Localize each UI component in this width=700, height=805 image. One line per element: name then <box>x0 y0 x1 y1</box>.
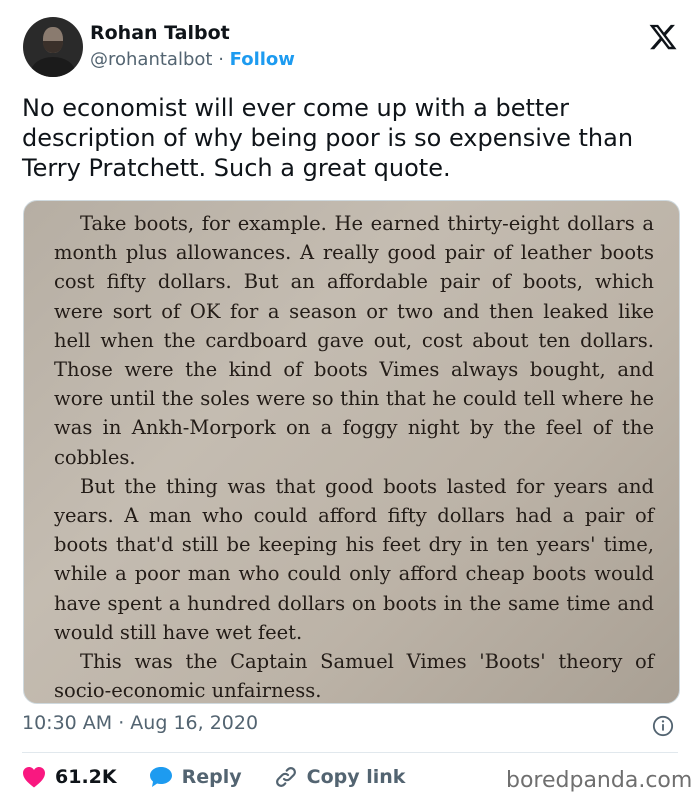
link-icon <box>275 767 296 787</box>
photo-book-page: Take boots, for example. He earned thirt… <box>54 209 654 703</box>
tweet-timestamp[interactable]: 10:30 AM · Aug 16, 2020 <box>22 712 258 734</box>
follow-button[interactable]: Follow <box>230 49 295 70</box>
reply-bubble-icon <box>149 767 172 787</box>
tweet-photo[interactable]: Take boots, for example. He earned thirt… <box>23 200 680 704</box>
avatar-shoulders <box>31 57 75 77</box>
like-button[interactable]: 61.2K <box>22 766 117 788</box>
like-count: 61.2K <box>55 766 117 788</box>
x-logo-icon[interactable] <box>648 22 678 52</box>
copy-link-button[interactable]: Copy link <box>274 765 406 789</box>
photo-paragraph: Take boots, for example. He earned thirt… <box>54 212 654 469</box>
avatar[interactable] <box>23 17 83 77</box>
author-handle-row: @rohantalbot · Follow <box>90 49 295 70</box>
divider <box>22 752 678 753</box>
photo-paragraph: But the thing was that good boots lasted… <box>54 474 654 644</box>
author-handle[interactable]: @rohantalbot <box>90 49 212 70</box>
author-name[interactable]: Rohan Talbot <box>90 22 230 44</box>
heart-icon <box>23 767 45 788</box>
info-icon[interactable] <box>652 715 674 737</box>
boredpanda-watermark: boredpanda.com <box>506 768 693 793</box>
copy-link-label: Copy link <box>306 766 406 788</box>
reply-label: Reply <box>181 766 242 788</box>
action-bar: 61.2K Reply Copy link <box>22 764 405 790</box>
separator-dot: · <box>218 49 224 70</box>
avatar-beard <box>43 41 63 53</box>
reply-button[interactable]: Reply <box>149 766 242 788</box>
tweet-text: No economist will ever come up with a be… <box>22 94 634 182</box>
photo-paragraph: This was the Captain Samuel Vimes 'Boots… <box>54 650 654 703</box>
